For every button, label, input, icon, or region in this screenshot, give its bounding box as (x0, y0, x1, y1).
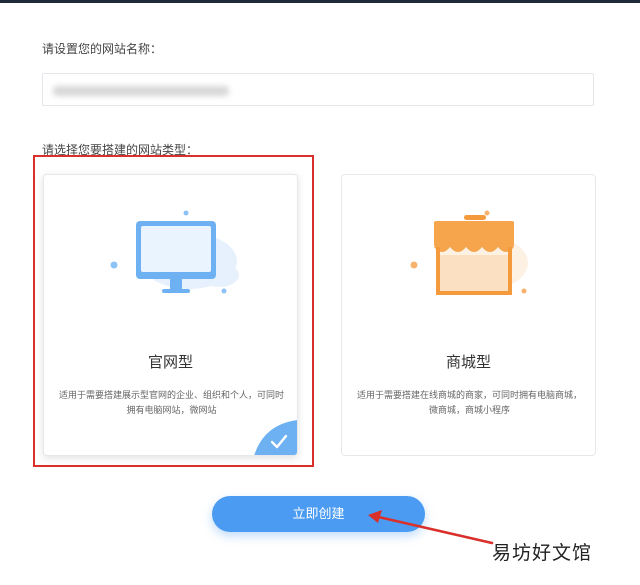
site-name-input[interactable] (42, 73, 594, 106)
annotation-highlight-box (33, 155, 314, 467)
site-type-card-shop[interactable]: 商城型 适用于需要搭建在线商城的商家，可同时拥有电脑商城，微商城，商城小程序 (341, 174, 596, 456)
card-description: 适用于需要搭建在线商城的商家，可同时拥有电脑商城，微商城，商城小程序 (356, 391, 582, 416)
watermark: 易坊好文馆 (492, 542, 593, 564)
blurred-name-value (53, 86, 229, 96)
annotation-arrow-icon (368, 510, 494, 545)
storefront-icon (410, 210, 528, 295)
card-title: 商城型 (445, 353, 491, 371)
site-name-label: 请设置您的网站名称： (42, 42, 163, 56)
top-bar (0, 0, 640, 3)
